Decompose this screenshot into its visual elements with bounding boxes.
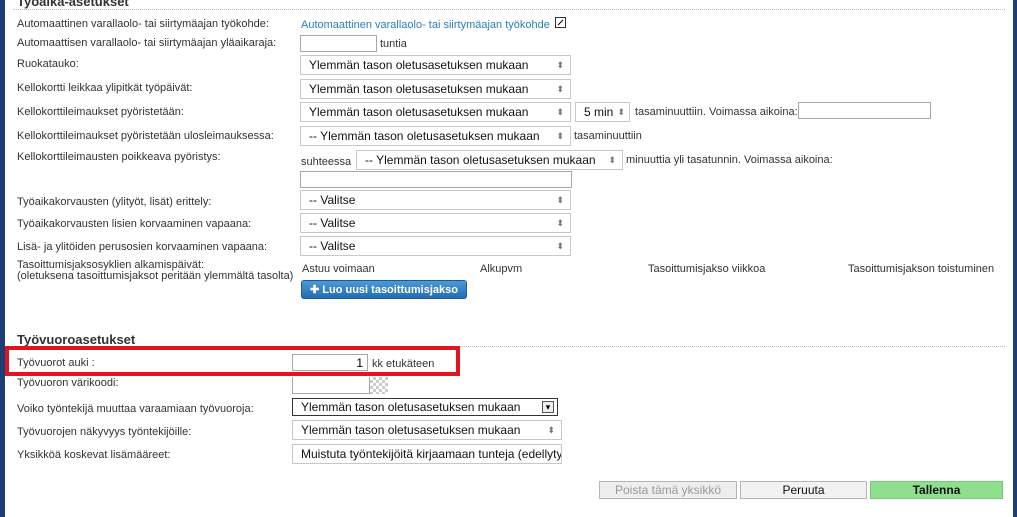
color-picker-icon[interactable]: [370, 377, 388, 394]
visibility-label: Työvuorojen näkyvyys työntekijöille:: [17, 426, 192, 438]
standby-limit-label: Automaattisen varallaolo- tai siirtymäaj…: [17, 37, 277, 49]
base-leave-label: Lisä- ja ylitöiden perusosien korvaamine…: [17, 241, 268, 253]
standby-tool-label: Automaattinen varallaolo- tai siirtymäaj…: [17, 18, 269, 30]
rounding-text: tasaminuuttiin. Voimassa aikoina:: [635, 106, 798, 118]
visibility-select[interactable]: Ylemmän tason oletusasetuksen mukaan ⬍: [292, 420, 562, 440]
periods-label-line2: (oletuksena tasoittumisjaksot peritään y…: [17, 270, 294, 282]
shift-color-label: Työvuoron värikoodi:: [17, 377, 119, 389]
lunch-select[interactable]: Ylemmän tason oletusasetuksen mukaan ⬍: [300, 55, 571, 75]
comp-split-select-value: -- Valitse: [309, 193, 356, 207]
work-section-title: Työaika-asetukset: [17, 0, 129, 9]
delete-unit-button[interactable]: Poista tämä yksikkö: [599, 481, 737, 499]
standby-limit-input[interactable]: [300, 35, 377, 52]
standby-tool-link[interactable]: Automaattinen varallaolo- tai siirtymäaj…: [301, 19, 550, 31]
lunch-label: Ruokatauko:: [17, 58, 79, 70]
clock-cut-select[interactable]: Ylemmän tason oletusasetuksen mukaan ⬍: [300, 79, 571, 99]
lunch-select-value: Ylemmän tason oletusasetuksen mukaan: [309, 58, 529, 72]
comp-leave-select-value: -- Valitse: [309, 216, 356, 230]
base-leave-select[interactable]: -- Valitse ⬍: [300, 236, 571, 256]
rounding-minutes-select[interactable]: 5 min ⬍: [575, 102, 630, 122]
rounding-label: Kellokorttileimaukset pyöristetään:: [17, 106, 184, 118]
rounding-select[interactable]: Ylemmän tason oletusasetuksen mukaan ⬍: [300, 102, 571, 122]
select-arrow-icon: ⬍: [556, 241, 564, 251]
standby-limit-unit: tuntia: [380, 38, 407, 50]
extra-select[interactable]: Muistuta työntekijöitä kirjaamaan tuntej…: [292, 444, 562, 464]
shift-section-title: Työvuoroasetukset: [17, 332, 136, 347]
rounding-out-text: tasaminuuttiin: [574, 130, 642, 142]
extra-label: Yksikköä koskevat lisämääreet:: [17, 449, 171, 461]
select-arrow-icon: ⬍: [556, 195, 564, 205]
new-period-button[interactable]: ✚ Luo uusi tasoittumisjakso: [301, 280, 467, 299]
rounding-out-select[interactable]: -- Ylemmän tason oletusasetuksen mukaan ⬍: [300, 126, 571, 146]
deviating-prefix: suhteessa: [301, 156, 352, 168]
select-arrow-icon: ⬍: [556, 131, 564, 141]
section-divider: [13, 9, 1005, 10]
plus-icon: ✚: [310, 284, 323, 296]
comp-leave-label: Työaikakorvausten lisien korvaaminen vap…: [17, 218, 252, 230]
dropdown-arrow-icon: ▾: [542, 401, 554, 413]
clock-cut-select-value: Ylemmän tason oletusasetuksen mukaan: [309, 82, 529, 96]
deviating-valid-input[interactable]: [300, 171, 572, 188]
external-link-icon[interactable]: [555, 17, 566, 28]
select-arrow-icon: ⬍: [547, 425, 555, 435]
save-button[interactable]: Tallenna: [870, 481, 1003, 499]
base-leave-select-value: -- Valitse: [309, 239, 356, 253]
deviating-select[interactable]: -- Ylemmän tason oletusasetuksen mukaan ⬍: [356, 150, 623, 170]
comp-split-select[interactable]: -- Valitse ⬍: [300, 190, 571, 210]
shifts-open-unit: kk etukäteen: [372, 358, 435, 370]
window-frame-left: [0, 0, 5, 517]
window-frame-right: [1013, 0, 1017, 517]
modify-select-value: Ylemmän tason oletusasetuksen mukaan: [301, 400, 521, 414]
extra-select-value: Muistuta työntekijöitä kirjaamaan tuntej…: [301, 447, 562, 461]
new-period-button-label: Luo uusi tasoittumisjakso: [322, 284, 458, 296]
deviating-select-value: -- Ylemmän tason oletusasetuksen mukaan: [365, 153, 596, 167]
select-arrow-icon: ⬍: [617, 107, 625, 117]
rounding-out-label: Kellokorttileimaukset pyöristetään ulosl…: [17, 130, 274, 142]
deviating-label: Kellokorttileimausten poikkeava pyöristy…: [17, 151, 221, 163]
select-arrow-icon: ⬍: [556, 218, 564, 228]
comp-split-label: Työaikakorvausten (ylityöt, lisät) eritt…: [17, 196, 212, 208]
shifts-open-label: Työvuorot auki :: [17, 357, 95, 369]
periods-col-repeat: Tasoittumisjakson toistuminen: [848, 263, 995, 275]
visibility-select-value: Ylemmän tason oletusasetuksen mukaan: [301, 423, 521, 437]
periods-col-effective: Astuu voimaan: [302, 263, 375, 275]
rounding-select-value: Ylemmän tason oletusasetuksen mukaan: [309, 105, 529, 119]
select-arrow-icon: ⬍: [556, 107, 564, 117]
shifts-open-input[interactable]: [292, 354, 368, 371]
rounding-minutes-value: 5 min: [584, 105, 614, 119]
clock-cut-label: Kellokortti leikkaa ylipitkät työpäivät:: [17, 82, 193, 94]
modify-label: Voiko työntekijä muuttaa varaamiaan työv…: [17, 403, 254, 415]
periods-col-start: Alkupvm: [480, 263, 523, 275]
rounding-valid-input[interactable]: [798, 102, 931, 119]
select-arrow-icon: ⬍: [556, 60, 564, 70]
periods-col-weeks: Tasoittumisjakso viikkoa: [648, 263, 766, 275]
select-arrow-icon: ⬍: [556, 84, 564, 94]
modify-select[interactable]: Ylemmän tason oletusasetuksen mukaan ▾: [292, 398, 558, 416]
shift-color-input[interactable]: [292, 377, 370, 394]
comp-leave-select[interactable]: -- Valitse ⬍: [300, 213, 571, 233]
select-arrow-icon: ⬍: [608, 155, 616, 165]
cancel-button[interactable]: Peruuta: [740, 481, 867, 499]
deviating-text: minuuttia yli tasatunnin. Voimassa aikoi…: [626, 154, 833, 166]
rounding-out-select-value: -- Ylemmän tason oletusasetuksen mukaan: [309, 129, 540, 143]
